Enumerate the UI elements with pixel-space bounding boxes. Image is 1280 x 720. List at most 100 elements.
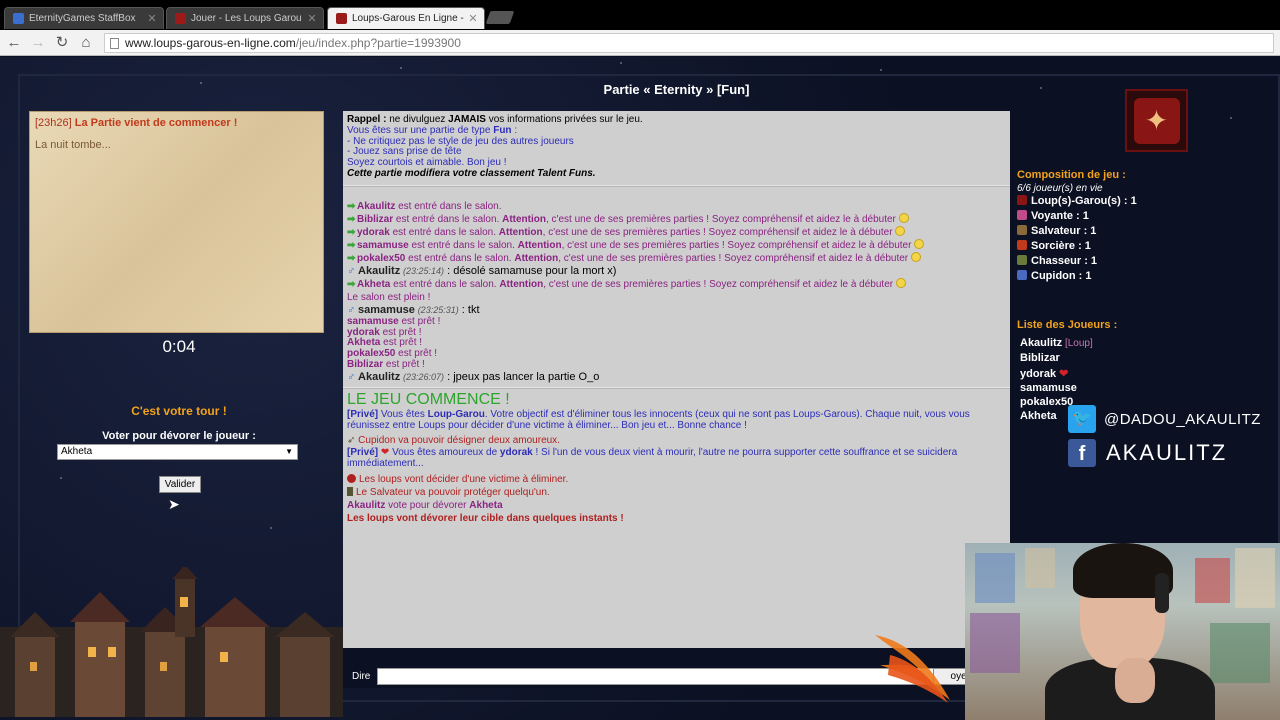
tab-title: EternityGames StaffBox	[29, 13, 136, 24]
narration-panel: [23h26] La Partie vient de commencer ! L…	[29, 111, 324, 333]
list-item: Les loups vont dévorer leur cible dans q…	[347, 512, 624, 524]
role-item: Chasseur : 1	[1017, 254, 1257, 269]
cupid-icon	[1017, 270, 1027, 280]
back-arrow-icon[interactable]: ←	[5, 34, 23, 52]
witch-icon	[1017, 240, 1027, 250]
game-start-banner: LE JEU COMMENCE !	[347, 390, 510, 408]
smiley-icon	[895, 225, 906, 236]
list-item: ➡ Akaulitz est entré dans le salon.	[347, 200, 502, 212]
facebook-icon: f	[1068, 439, 1096, 467]
tab-title: Loups-Garous En Ligne - J	[352, 13, 466, 24]
enter-arrow-icon: ➡	[347, 213, 356, 225]
say-label: Dire	[352, 671, 371, 682]
male-icon: ♂	[347, 370, 356, 383]
home-icon[interactable]: ⌂	[77, 34, 95, 52]
player-item[interactable]: Akaulitz [Loup]	[1017, 336, 1257, 351]
list-item: pokalex50 est prêt !	[347, 348, 438, 360]
smiley-icon	[898, 212, 909, 223]
list-item: ydorak est prêt !	[347, 326, 422, 338]
close-icon[interactable]: ✕	[466, 12, 480, 25]
narration-title: La Partie vient de commencer !	[74, 117, 238, 129]
heart-icon: ❤	[1059, 368, 1069, 380]
list-item: ➡ Akheta est entré dans le salon. Attenti…	[347, 277, 1006, 291]
validate-button[interactable]: Valider	[159, 476, 201, 493]
eternity-wing-logo-icon	[875, 635, 950, 703]
list-item: Biblizar est prêt !	[347, 358, 425, 370]
chat-log: Rappel : ne divulguez JAMAIS vos informa…	[343, 111, 1010, 648]
list-item: Le salon est plein !	[347, 291, 431, 303]
list-item: Le Salvateur va pouvoir protéger quelqu'…	[347, 486, 1006, 499]
twitter-bird-icon: 🐦	[1068, 405, 1096, 433]
chat-divider	[343, 184, 1010, 187]
wolf-icon	[1017, 195, 1027, 205]
role-item: Cupidon : 1	[1017, 269, 1257, 284]
player-item[interactable]: samamuse	[1017, 381, 1257, 395]
reload-icon[interactable]: ↻	[53, 34, 71, 52]
tab-title: Jouer - Les Loups Garou	[191, 13, 302, 24]
male-icon: ♂	[347, 303, 356, 316]
forward-arrow-icon[interactable]: →	[29, 34, 47, 52]
close-icon[interactable]: ✕	[305, 12, 319, 25]
player-item[interactable]: ydorak ❤	[1017, 367, 1257, 381]
list-item: ➶ Cupidon va pouvoir désigner deux amour…	[347, 434, 560, 446]
shield-icon	[347, 486, 353, 496]
browser-toolbar: ← → ↻ ⌂ www.loups-garous-en-ligne.com/je…	[0, 30, 1280, 56]
list-item: ➡ ydorak est entré dans le salon. Attenti…	[347, 225, 1006, 239]
tab-staffbox[interactable]: EternityGames StaffBox ✕	[4, 7, 164, 29]
list-item: [Privé] ❤ Vous êtes amoureux de ydorak !…	[347, 446, 958, 470]
tab-jouer[interactable]: Jouer - Les Loups Garou ✕	[166, 7, 324, 29]
list-item: Akheta est prêt !	[347, 337, 423, 349]
list-item: ♂ Akaulitz (23:25:14) : désolé samamuse …	[347, 264, 617, 277]
enter-arrow-icon: ➡	[347, 200, 356, 212]
vote-player-select[interactable]: Akheta ▼	[57, 444, 298, 460]
player-item[interactable]: Biblizar	[1017, 351, 1257, 365]
player-list-title: Liste des Joueurs :	[1017, 319, 1118, 331]
list-item: ➡ pokalex50 est entré dans le salon. Atte…	[347, 251, 1006, 265]
narration-text: La nuit tombe...	[35, 139, 111, 151]
role-item: Salvateur : 1	[1017, 224, 1257, 239]
list-item: Les loups vont décider d'une victime à é…	[347, 473, 1006, 486]
narration-time: [23h26]	[35, 117, 72, 129]
tab-loups-garous[interactable]: Loups-Garous En Ligne - J ✕	[327, 7, 485, 29]
narration-headline: [23h26] La Partie vient de commencer !	[35, 117, 318, 129]
favicon-icon	[13, 13, 24, 24]
list-item: samamuse est prêt !	[347, 315, 441, 327]
arrow-cupid-icon: ➶	[347, 434, 356, 446]
new-tab-button[interactable]	[485, 11, 515, 24]
facebook-name: AKAULITZ	[1106, 440, 1228, 465]
role-item: Loup(s)-Garou(s) : 1	[1017, 194, 1257, 209]
village-illustration	[0, 567, 343, 717]
enter-arrow-icon: ➡	[347, 239, 356, 251]
list-item: Akaulitz vote pour dévorer Akheta	[347, 499, 503, 511]
webcam-overlay	[965, 543, 1280, 720]
alive-count: 6/6 joueur(s) en vie	[1017, 183, 1103, 194]
role-item: Voyante : 1	[1017, 209, 1257, 224]
url-host: www.loups-garous-en-ligne.com	[125, 36, 296, 50]
your-turn-label: C'est votre tour !	[131, 404, 227, 418]
page-icon	[110, 38, 119, 49]
male-icon: ♂	[347, 264, 356, 277]
twitter-handle: @DADOU_AKAULITZ	[1104, 410, 1261, 428]
browser-tab-bar: EternityGames StaffBox ✕ Jouer - Les Lou…	[0, 0, 1280, 34]
chevron-down-icon: ▼	[285, 447, 293, 456]
hunter-icon	[1017, 255, 1027, 265]
address-bar[interactable]: www.loups-garous-en-ligne.com/jeu/index.…	[104, 33, 1274, 53]
role-item: Sorcière : 1	[1017, 239, 1257, 254]
smiley-icon	[895, 277, 906, 288]
game-title: Partie « Eternity » [Fun]	[603, 82, 750, 97]
list-item: ♂ samamuse (23:25:31) : tkt	[347, 303, 480, 316]
chat-divider	[343, 386, 1010, 389]
game-composition: Composition de jeu : 6/6 joueur(s) en vi…	[1017, 169, 1257, 284]
wolf-favicon-icon	[175, 13, 186, 24]
rules-block: Rappel : ne divulguez JAMAIS vos informa…	[347, 114, 643, 179]
close-icon[interactable]: ✕	[145, 12, 159, 25]
wolf-favicon-icon	[336, 13, 347, 24]
vote-label: Voter pour dévorer le joueur :	[102, 430, 256, 442]
enter-arrow-icon: ➡	[347, 252, 356, 264]
composition-title: Composition de jeu :	[1017, 169, 1126, 181]
wolf-claw-icon	[347, 473, 356, 483]
list-item: ➡ samamuse est entré dans le salon. Atten…	[347, 238, 1006, 252]
list-item: ➡ Biblizar est entré dans le salon. Atten…	[347, 212, 1006, 226]
mouse-cursor-icon: ➤	[168, 496, 180, 512]
enter-arrow-icon: ➡	[347, 278, 356, 290]
